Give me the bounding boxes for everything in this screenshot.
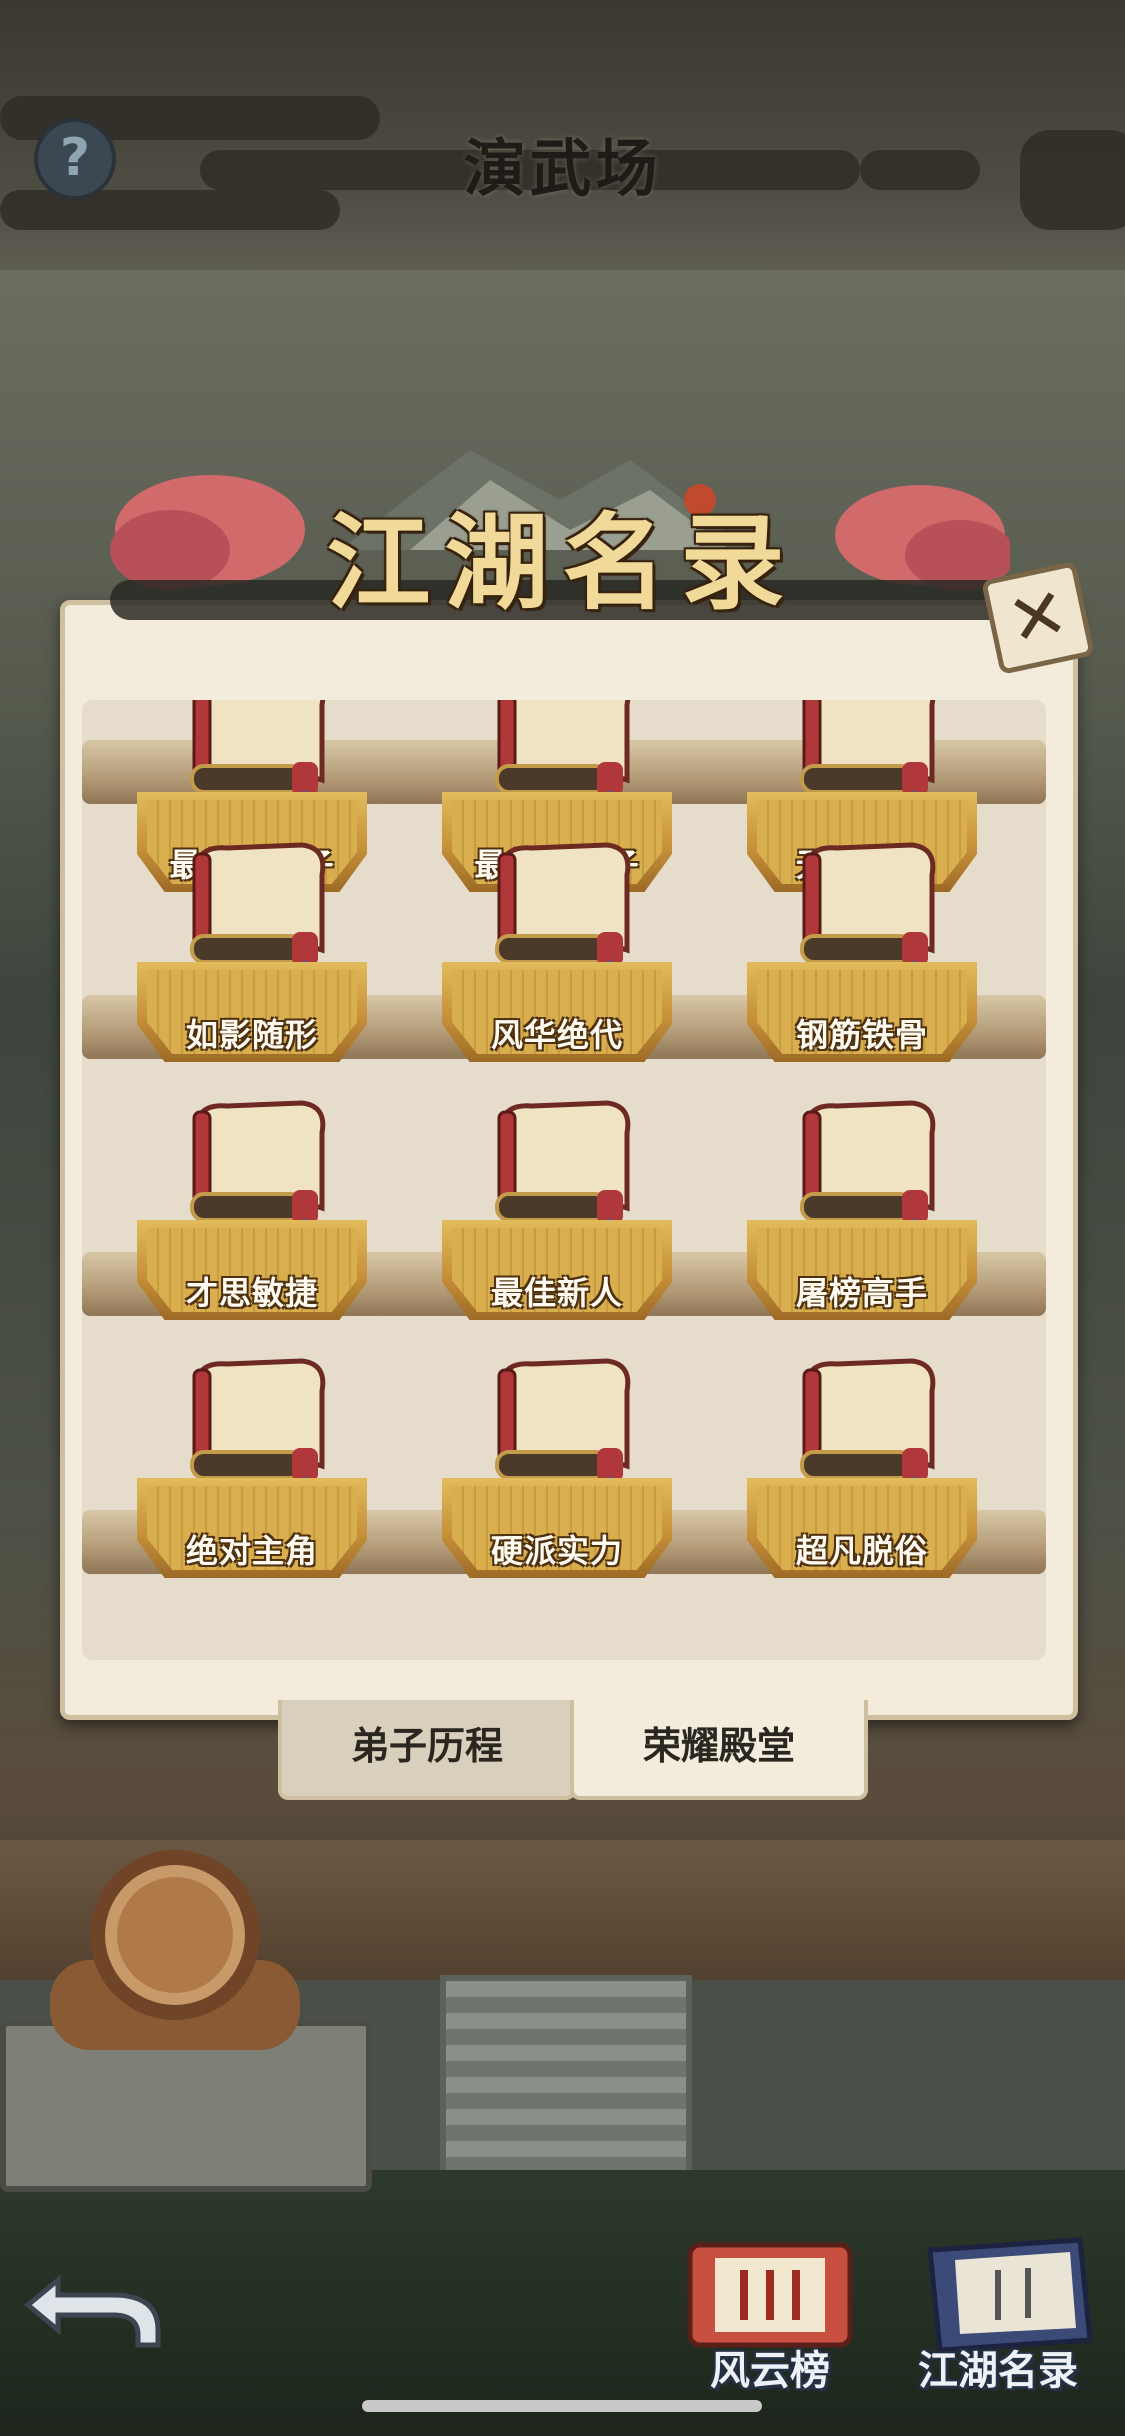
tab-hall-of-glory[interactable]: 荣耀殿堂 — [570, 1700, 868, 1800]
tab-disciple-history[interactable]: 弟子历程 — [278, 1700, 576, 1800]
award-grid: 最佳男弟子最佳女弟子无坚不摧如影随形风华绝代钢筋铁骨才思敏捷最佳新人屠榜高手绝对… — [82, 700, 1046, 1660]
award-item[interactable]: 最佳新人 — [442, 1098, 672, 1338]
fengyun-label: 风云榜 — [710, 2348, 830, 2394]
scroll-icon — [495, 1100, 631, 1233]
back-arrow-icon[interactable] — [18, 2250, 168, 2360]
jianghu-label: 江湖名录 — [918, 2348, 1078, 2394]
award-item[interactable]: 风华绝代 — [442, 840, 672, 1080]
scroll-icon — [800, 1100, 936, 1233]
modal-title: 江湖名录 — [326, 501, 799, 624]
scroll-icon — [800, 1358, 936, 1491]
award-label: 才思敏捷 — [185, 1274, 318, 1312]
scroll-icon — [190, 1358, 326, 1491]
close-icon: ✕ — [1000, 570, 1076, 664]
award-item[interactable]: 屠榜高手 — [747, 1098, 977, 1338]
award-label: 如影随形 — [185, 1016, 318, 1054]
award-label: 绝对主角 — [185, 1532, 318, 1570]
award-item[interactable]: 绝对主角 — [137, 1356, 367, 1596]
fengyun-rank-button[interactable]: 风云榜 — [670, 2230, 870, 2394]
award-label: 屠榜高手 — [795, 1274, 928, 1312]
scroll-icon — [190, 842, 326, 975]
award-item[interactable]: 超凡脱俗 — [747, 1356, 977, 1596]
home-indicator[interactable] — [362, 2400, 762, 2412]
award-label: 风华绝代 — [490, 1016, 623, 1054]
scroll-icon — [190, 1100, 326, 1233]
award-label: 钢筋铁骨 — [795, 1016, 928, 1054]
award-item[interactable]: 钢筋铁骨 — [747, 840, 977, 1080]
scroll-icon — [495, 1358, 631, 1491]
award-label: 最佳新人 — [490, 1274, 623, 1312]
close-button[interactable]: ✕ — [981, 561, 1095, 675]
award-item[interactable]: 硬派实力 — [442, 1356, 672, 1596]
scroll-icon — [495, 842, 631, 975]
award-label: 硬派实力 — [490, 1532, 623, 1570]
jianghu-directory-button[interactable]: 江湖名录 — [900, 2230, 1110, 2394]
award-item[interactable]: 如影随形 — [137, 840, 367, 1080]
scroll-icon — [800, 842, 936, 975]
award-label: 超凡脱俗 — [795, 1532, 928, 1570]
award-item[interactable]: 才思敏捷 — [137, 1098, 367, 1338]
drum-icon — [50, 1850, 300, 2050]
page-title: 演武场 — [463, 132, 662, 205]
